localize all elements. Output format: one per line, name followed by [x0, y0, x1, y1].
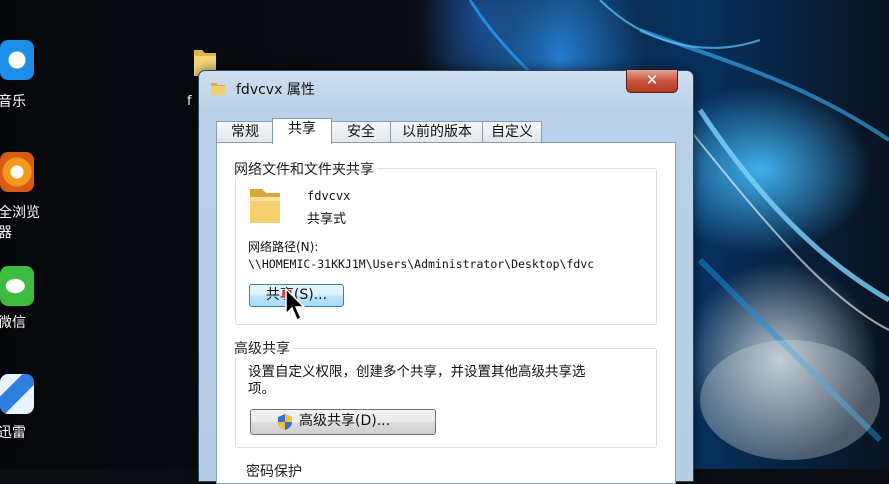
- uac-shield-icon: [278, 414, 292, 430]
- network-path-label: 网络路径(N):: [248, 240, 319, 254]
- password-protection-title: 密码保护: [243, 461, 305, 481]
- advanced-sharing-description: 设置自定义权限，创建多个共享，并设置其他高级共享选: [248, 364, 586, 380]
- dialog-title: fdvcvx 属性: [236, 82, 315, 98]
- folder-name: fdvcvx: [307, 189, 351, 203]
- thunder-icon: [0, 374, 34, 414]
- mouse-cursor-icon: [285, 288, 306, 322]
- advanced-sharing-title: 高级共享: [231, 338, 293, 358]
- tab-customize[interactable]: 自定义: [482, 121, 542, 143]
- dialog-titlebar[interactable]: fdvcvx 属性 ✕: [199, 70, 693, 105]
- advanced-sharing-description-line2: 项。: [248, 381, 275, 397]
- close-icon: ✕: [645, 71, 659, 89]
- desktop-icon-label: 全浏览: [0, 205, 40, 221]
- tab-general[interactable]: 常规: [216, 121, 274, 143]
- advanced-sharing-button-label: 高级共享(D)...: [299, 413, 391, 429]
- desktop-folder-label[interactable]: f: [187, 94, 192, 109]
- close-button[interactable]: ✕: [626, 70, 678, 93]
- browser-icon: [0, 152, 34, 192]
- kugou-music-icon: [0, 40, 34, 80]
- desktop-icon-label: 音乐: [0, 94, 26, 110]
- network-sharing-title: 网络文件和文件夹共享: [231, 159, 377, 179]
- tab-sharing[interactable]: 共享: [272, 118, 332, 144]
- advanced-sharing-button[interactable]: 高级共享(D)...: [250, 409, 436, 435]
- folder-icon: [211, 83, 225, 95]
- desktop-icon-label: 迅雷: [0, 425, 26, 441]
- tab-security[interactable]: 安全: [330, 121, 392, 143]
- properties-dialog: fdvcvx 属性 ✕ 常规 共享 安全 以前的版本 自定义 网络文件和文件夹共…: [198, 70, 694, 484]
- network-path-value[interactable]: \\HOMEMIC-31KKJ1M\Users\Administrator\De…: [248, 257, 594, 271]
- shared-folder-icon: [250, 189, 280, 223]
- desktop-icon-label: 微信: [0, 315, 26, 331]
- tab-previous-versions[interactable]: 以前的版本: [390, 121, 484, 143]
- desktop-icon-label-line2: 器: [0, 225, 12, 241]
- wechat-icon: [0, 266, 34, 306]
- share-status: 共享式: [307, 212, 347, 227]
